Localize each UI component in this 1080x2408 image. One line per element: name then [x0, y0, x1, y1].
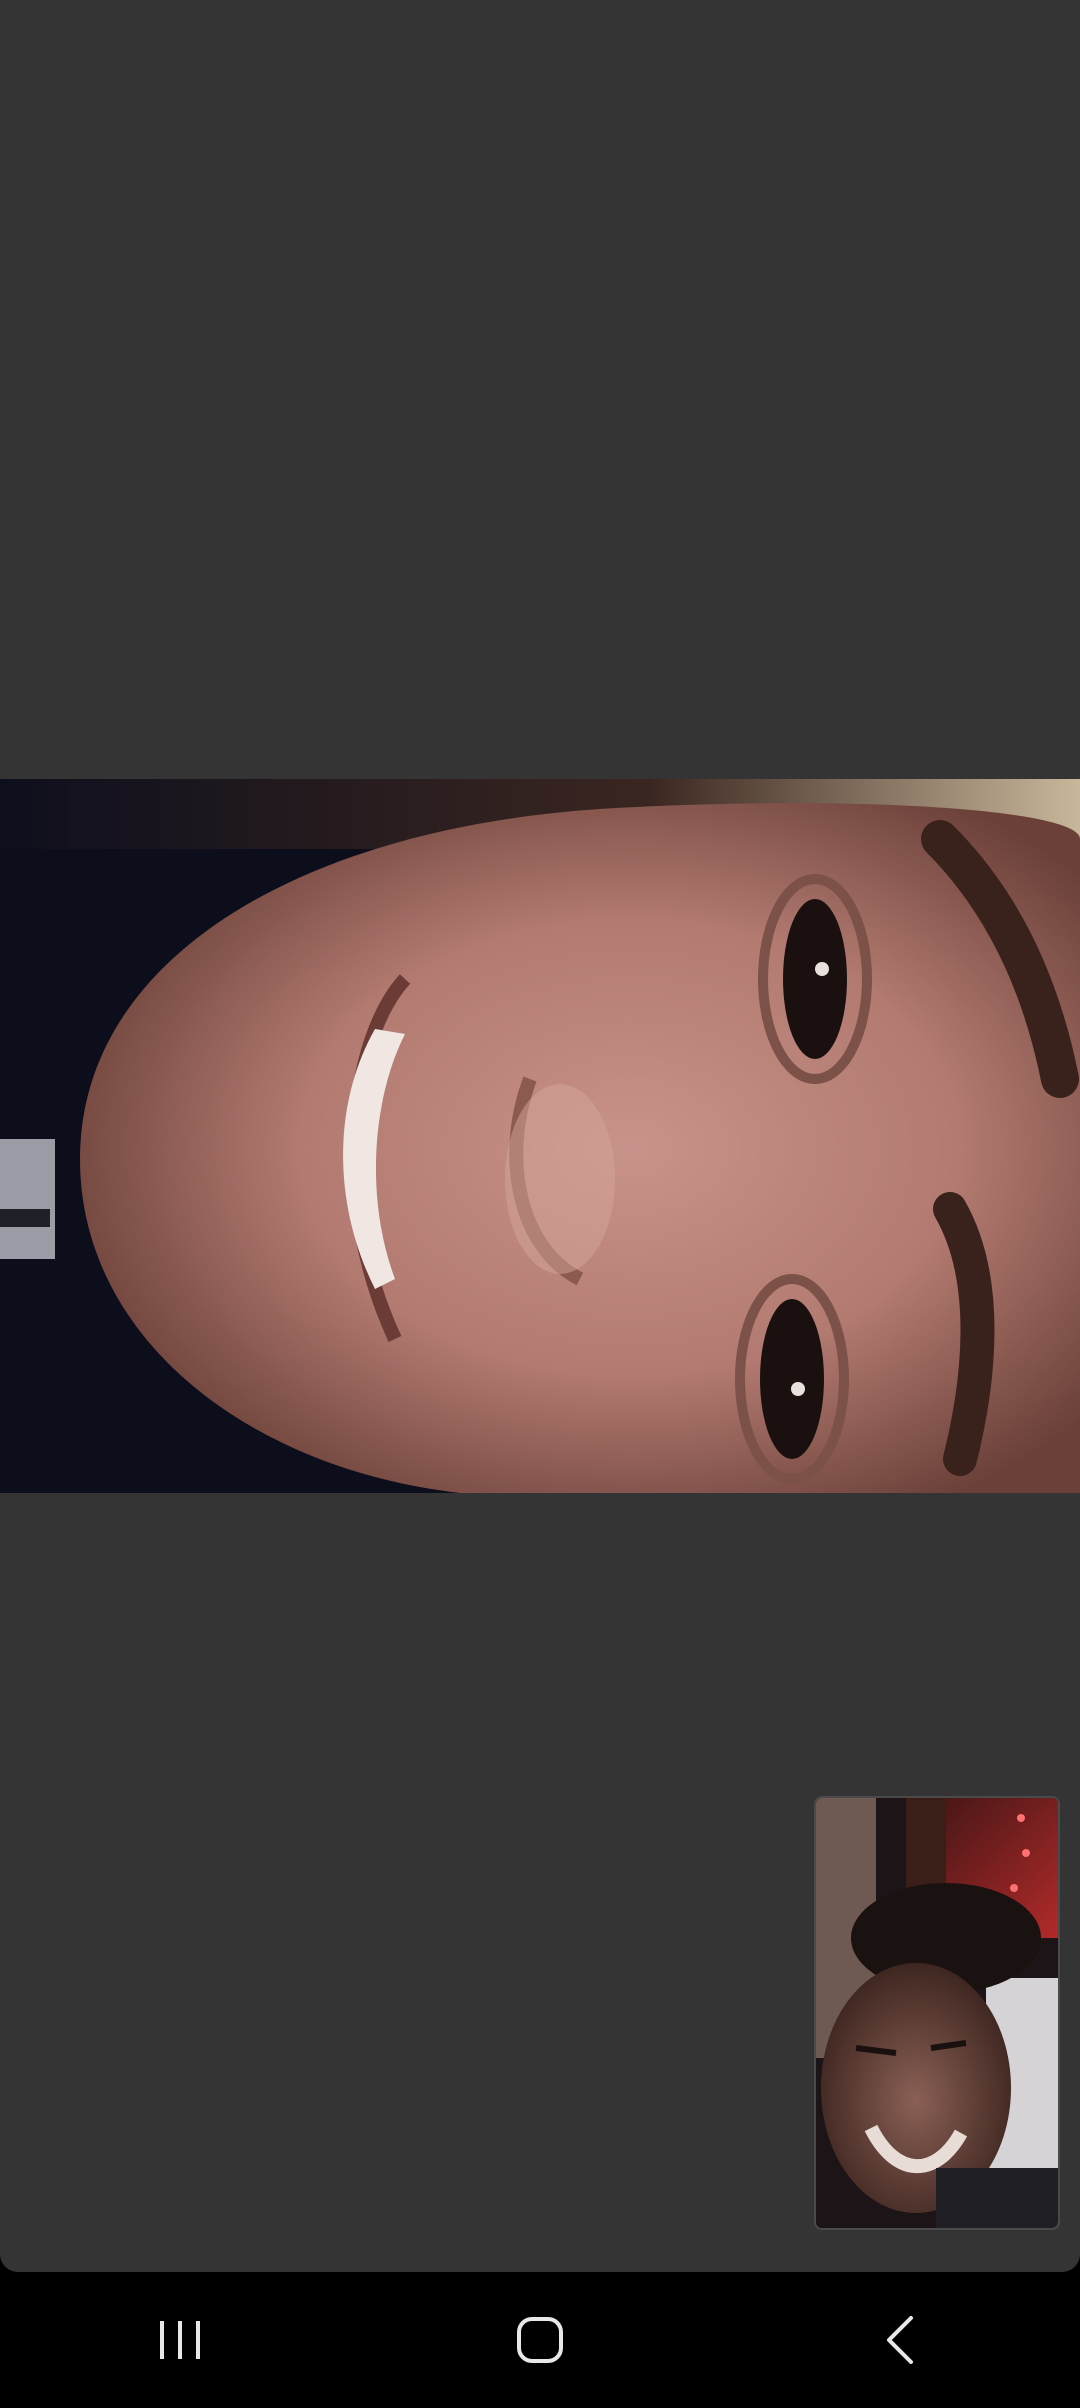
recent-apps-button[interactable] — [100, 2290, 260, 2390]
back-button[interactable] — [820, 2290, 980, 2390]
back-icon — [887, 2316, 913, 2364]
video-call-screen — [0, 0, 1080, 2272]
home-icon — [517, 2317, 563, 2363]
remote-video-feed[interactable] — [0, 779, 1080, 1493]
self-view-preview[interactable] — [814, 1796, 1060, 2230]
home-button[interactable] — [460, 2290, 620, 2390]
remote-video-frame — [0, 779, 1080, 1493]
system-navigation-bar — [0, 2272, 1080, 2408]
recent-apps-icon — [160, 2321, 200, 2359]
self-view-frame — [816, 1798, 1058, 2228]
